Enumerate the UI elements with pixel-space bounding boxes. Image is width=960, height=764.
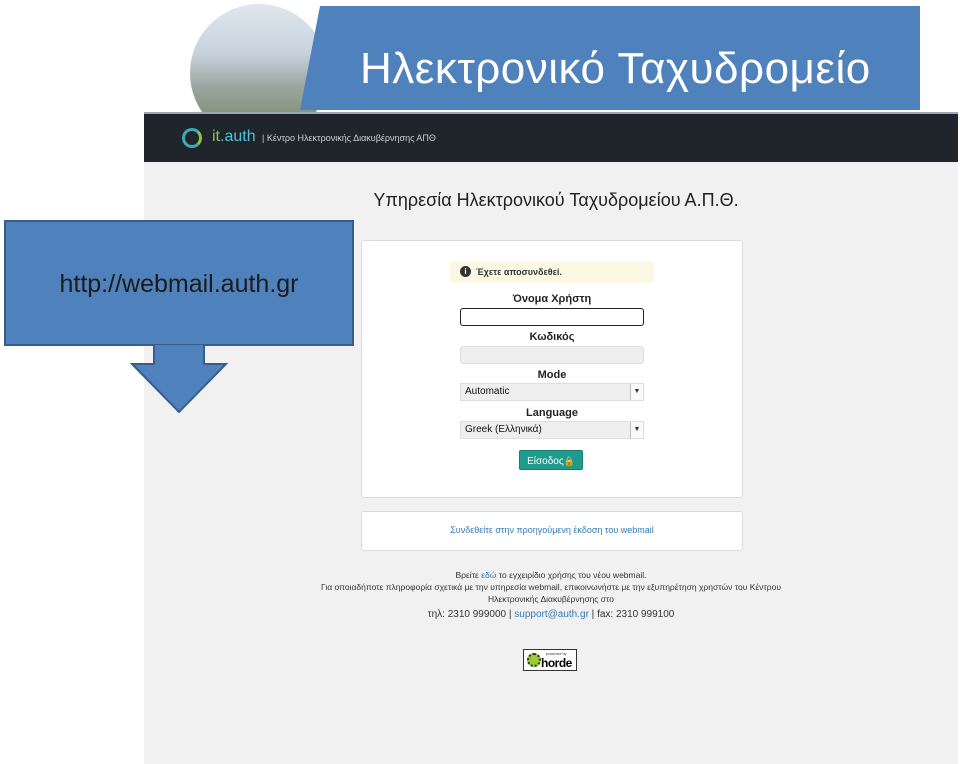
horde-name: horde <box>541 656 572 670</box>
login-button-label: Είσοδος <box>527 456 564 467</box>
support-info-line-2: Ηλεκτρονικής Διακυβέρνησης στο <box>488 594 614 604</box>
webmail-screenshot: it.auth | Κέντρο Ηλεκτρονικής Διακυβέρνη… <box>144 112 958 764</box>
username-input[interactable] <box>460 308 644 326</box>
mode-select[interactable]: Automatic ▼ <box>460 383 644 401</box>
manual-link[interactable]: εδώ <box>481 570 496 580</box>
notice-text: Έχετε αποσυνδεθεί. <box>476 267 562 277</box>
previous-version-link[interactable]: Συνδεθείτε στην προηγούμενη έκδοση του w… <box>450 525 654 535</box>
service-title: Υπηρεσία Ηλεκτρονικού Ταχυδρομείου Α.Π.Θ… <box>373 190 739 210</box>
chevron-down-icon[interactable]: ▼ <box>630 384 643 400</box>
down-arrow-icon <box>130 344 228 414</box>
login-panel: i Έχετε αποσυνδεθεί. Όνομα Χρήστη Κωδικό… <box>361 240 743 498</box>
itauth-logo[interactable]: it.auth <box>212 128 256 146</box>
mode-selected-value: Automatic <box>465 386 510 397</box>
password-input[interactable] <box>460 346 644 364</box>
top-navbar: it.auth | Κέντρο Ηλεκτρονικής Διακυβέρνη… <box>144 112 958 162</box>
logout-notice: i Έχετε αποσυνδεθεί. <box>450 261 654 283</box>
lock-icon: 🔒 <box>563 456 575 466</box>
support-email-link[interactable]: support@auth.gr <box>514 609 589 620</box>
slide-title: Ηλεκτρονικό Ταχυδρομείο <box>360 44 871 93</box>
mode-label: Mode <box>537 369 567 381</box>
url-callout: http://webmail.auth.gr <box>4 220 354 346</box>
language-label: Language <box>526 407 578 419</box>
support-info-line: Για οποιαδήποτε πληροφορία σχετικά με τη… <box>321 582 781 592</box>
previous-version-panel: Συνδεθείτε στην προηγούμενη έκδοση του w… <box>361 511 743 551</box>
contact-line: τηλ: 2310 999000 | support@auth.gr | fax… <box>427 609 675 620</box>
horde-logo[interactable]: powered by horde <box>523 649 577 671</box>
info-icon: i <box>460 266 471 277</box>
fax-number: fax: 2310 999100 <box>597 609 675 620</box>
phone-number: τηλ: 2310 999000 <box>427 609 507 620</box>
username-label: Όνομα Χρήστη <box>512 293 592 305</box>
chevron-down-icon[interactable]: ▼ <box>630 422 643 438</box>
webmail-url: http://webmail.auth.gr <box>59 270 299 298</box>
language-selected-value: Greek (Ελληνικά) <box>465 424 542 435</box>
password-label: Κωδικός <box>529 331 575 343</box>
login-button[interactable]: Είσοδος🔒 <box>519 450 583 470</box>
itauth-logo-icon <box>182 128 202 148</box>
manual-line: Βρείτε εδώ το εγχειρίδιο χρήσης του νέου… <box>455 570 647 580</box>
horde-gear-icon <box>527 653 541 667</box>
language-select[interactable]: Greek (Ελληνικά) ▼ <box>460 421 644 439</box>
center-name: | Κέντρο Ηλεκτρονικής Διακυβέρνησης ΑΠΘ <box>262 133 436 143</box>
